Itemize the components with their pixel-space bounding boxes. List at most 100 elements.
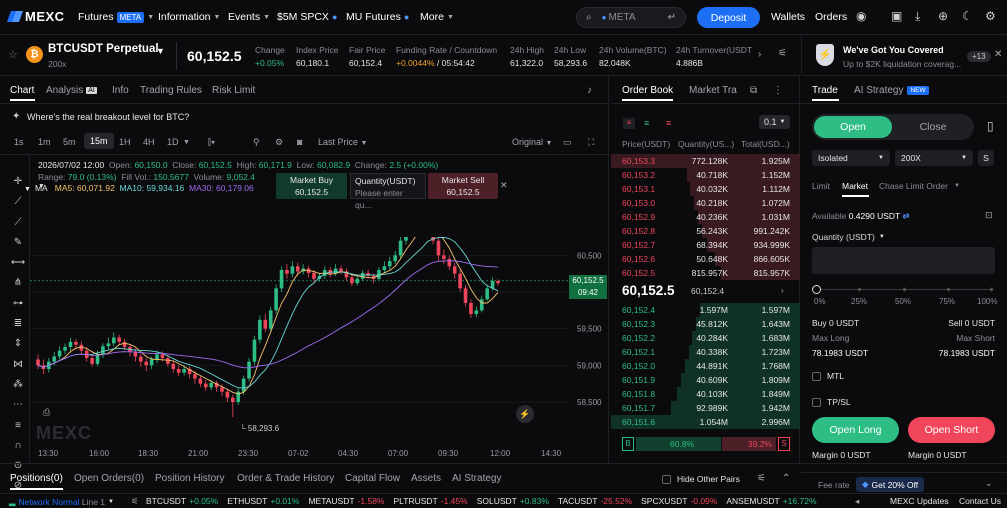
ask-row[interactable]: 60,152.6 50.648K 866.605K: [611, 252, 800, 266]
network-status[interactable]: ▂ Network Normal Line 1 ▼: [9, 496, 114, 507]
hide-other-pairs-checkbox[interactable]: Hide Other Pairs: [662, 474, 740, 484]
deposit-button[interactable]: Deposit: [697, 7, 760, 28]
tab-trading-rules[interactable]: Trading Rules: [140, 85, 202, 96]
measure-icon[interactable]: ⇕: [8, 338, 28, 358]
ask-row[interactable]: 60,153.0 40.218K 1.072M: [611, 196, 800, 210]
bid-row[interactable]: 60,151.8 40.103K 1.849M: [611, 387, 800, 401]
margin-mode-select[interactable]: Isolated ▼: [812, 150, 890, 166]
promo-banner[interactable]: ⚡ We've Got You Covered Up to $2K liquid…: [801, 36, 1007, 76]
interval-1h[interactable]: 1H: [119, 137, 131, 147]
market-buy-button[interactable]: Market Buy 60,152.5: [276, 173, 347, 199]
view-dropdown[interactable]: Original ▼: [512, 137, 552, 147]
search-input[interactable]: ⌕ ● META ↵: [576, 7, 686, 28]
interval-15m[interactable]: 15m: [84, 133, 114, 149]
fullscreen-icon[interactable]: ⛶: [588, 137, 594, 148]
ask-row[interactable]: 60,153.2 40.718K 1.152M: [611, 168, 800, 182]
open-tab-button[interactable]: Open: [814, 116, 892, 138]
chevron-down-icon[interactable]: ⌄: [985, 478, 993, 489]
interval-1s[interactable]: 1s: [14, 137, 24, 147]
ticker-item[interactable]: SOLUSDT +0.83%: [477, 496, 549, 506]
nav-spcx[interactable]: $5M SPCX ●: [277, 11, 337, 23]
quantity-amount-input[interactable]: [812, 247, 995, 274]
download-icon[interactable]: ⤓: [915, 9, 920, 24]
magnet-icon[interactable]: ∩: [8, 440, 28, 460]
pitchfork-icon[interactable]: ⋔: [8, 277, 28, 297]
gann-icon[interactable]: ⋈: [8, 359, 28, 379]
camera-icon[interactable]: ◙: [297, 137, 302, 147]
filter-icon[interactable]: ⚟: [757, 473, 766, 484]
price-type-dropdown[interactable]: Last Price ▼: [318, 137, 367, 147]
precision-dropdown[interactable]: 0.1 ▼: [759, 115, 791, 129]
ray-icon[interactable]: ⟋: [8, 217, 28, 237]
more-icon[interactable]: ⋮: [773, 85, 783, 96]
horizontal-line-icon[interactable]: ⟷: [8, 257, 28, 277]
ask-row[interactable]: 60,153.3 772.128K 1.925M: [611, 154, 800, 168]
tab-order-book[interactable]: Order Book: [622, 85, 673, 96]
ticker-item[interactable]: SPCXUSDT -0.09%: [641, 496, 717, 506]
ask-row[interactable]: 60,153.1 40.032K 1.112M: [611, 182, 800, 196]
tab-assets[interactable]: Assets: [411, 473, 441, 484]
bid-row[interactable]: 60,152.0 44.891K 1.768M: [611, 359, 800, 373]
theme-moon-icon[interactable]: ☾: [962, 9, 973, 23]
interval-1m[interactable]: 1m: [38, 137, 51, 147]
popout-icon[interactable]: ⧉: [750, 85, 757, 96]
bid-row[interactable]: 60,151.6 1.054M 2.996M: [611, 415, 800, 429]
open-short-button[interactable]: Open Short: [908, 417, 995, 443]
chevron-down-icon[interactable]: ▼: [183, 139, 190, 146]
ask-row[interactable]: 60,152.5 815.957K 815.957K: [611, 266, 800, 280]
bell-icon[interactable]: ♪: [587, 85, 592, 96]
tab-info[interactable]: Info: [112, 85, 129, 96]
fib-icon[interactable]: ≣: [8, 318, 28, 338]
close-icon[interactable]: ✕: [500, 180, 508, 191]
bid-row[interactable]: 60,151.9 40.609K 1.809M: [611, 373, 800, 387]
order-type-limit[interactable]: Limit: [812, 181, 830, 191]
tab-trade[interactable]: Trade: [812, 85, 838, 96]
chevron-right-icon[interactable]: ›: [781, 286, 784, 295]
symbol-dropdown-icon[interactable]: ▼: [156, 46, 165, 56]
chart-tools-icon[interactable]: ⎙: [43, 407, 50, 418]
view-asks-icon[interactable]: ≡: [666, 118, 671, 128]
interval-5m[interactable]: 5m: [63, 137, 76, 147]
open-long-button[interactable]: Open Long: [812, 417, 899, 443]
tab-position-history[interactable]: Position History: [155, 473, 224, 484]
text-icon[interactable]: ⋯: [8, 399, 28, 419]
layout-icon[interactable]: ▭: [563, 137, 572, 148]
candlestick-chart[interactable]: 61,50061,00060,50060,00059,50059,00058,5…: [30, 237, 609, 463]
tab-open-orders[interactable]: Open Orders(0): [74, 473, 144, 484]
leverage-select[interactable]: 200X ▼: [895, 150, 973, 166]
ticker-item[interactable]: PLTRUSDT -1.45%: [394, 496, 468, 506]
settings-icon[interactable]: ⚙: [275, 137, 283, 148]
tab-ai-strategy-bottom[interactable]: AI Strategy: [452, 473, 501, 484]
ask-row[interactable]: 60,152.8 56.243K 991.242K: [611, 224, 800, 238]
transfer-icon[interactable]: ⇄: [902, 211, 909, 221]
tab-risk-limit[interactable]: Risk Limit: [212, 85, 255, 96]
bid-row[interactable]: 60,152.3 45.812K 1.643M: [611, 317, 800, 331]
tab-order-trade-history[interactable]: Order & Trade History: [237, 473, 334, 484]
tab-ai-strategy[interactable]: AI Strategy NEW: [854, 85, 929, 96]
quantity-input[interactable]: Quantity(USDT) Please enter qu...: [350, 173, 426, 210]
nav-wallets[interactable]: Wallets: [771, 11, 805, 23]
view-both-icon[interactable]: ≡: [623, 118, 635, 129]
layers-icon[interactable]: ≡: [8, 420, 28, 440]
ticker-item[interactable]: BTCUSDT +0.05%: [146, 496, 218, 506]
layout-settings-icon[interactable]: ⚟: [131, 496, 139, 507]
interval-1d[interactable]: 1D: [167, 137, 179, 147]
tpsl-checkbox[interactable]: TP/SL: [812, 397, 851, 407]
globe-icon[interactable]: ⊕: [938, 9, 948, 23]
bid-row[interactable]: 60,152.1 40.338K 1.723M: [611, 345, 800, 359]
market-sell-button[interactable]: Market Sell 60,152.5: [428, 173, 498, 199]
candle-type-icon[interactable]: ⫿▾: [208, 137, 215, 148]
fee-discount-badge[interactable]: ◆ Get 20% Off: [856, 477, 925, 492]
tab-capital-flow[interactable]: Capital Flow: [345, 473, 400, 484]
expand-icon[interactable]: ⌃: [782, 473, 790, 484]
view-bids-icon[interactable]: ≡: [644, 118, 649, 128]
mexc-logo[interactable]: MEXC: [8, 9, 65, 24]
brush-icon[interactable]: ✎: [8, 237, 28, 257]
ticker-item[interactable]: ANSEMUSDT +16.72%: [726, 496, 816, 506]
settings-gear-icon[interactable]: ⚙: [985, 9, 996, 23]
nav-more[interactable]: More ▼: [420, 11, 454, 23]
ticker-item[interactable]: ETHUSDT +0.01%: [227, 496, 299, 506]
layout-settings-icon[interactable]: ⚟: [778, 48, 787, 59]
mtl-checkbox[interactable]: MTL: [812, 371, 844, 381]
tab-positions[interactable]: Positions(0): [10, 473, 63, 484]
